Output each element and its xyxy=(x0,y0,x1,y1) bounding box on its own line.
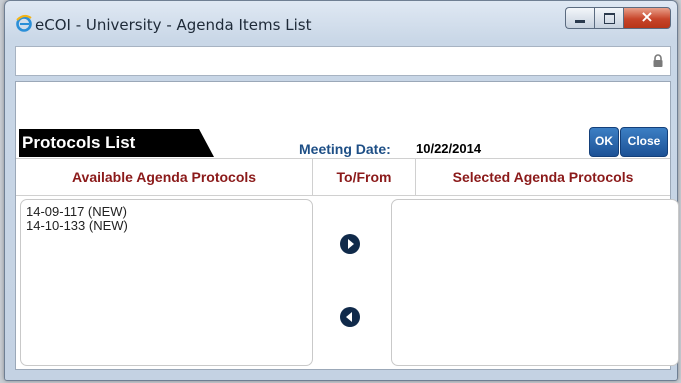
caption-buttons: × xyxy=(565,7,671,29)
close-icon: × xyxy=(640,7,654,26)
available-protocols-header: Available Agenda Protocols xyxy=(16,159,313,195)
lock-icon xyxy=(652,54,664,68)
available-protocols-list[interactable]: 14-09-117 (NEW) 14-10-133 (NEW) xyxy=(20,199,313,366)
minimize-button[interactable] xyxy=(565,7,594,29)
columns-header: Available Agenda Protocols To/From Selec… xyxy=(16,158,670,196)
panel-title: Protocols List xyxy=(19,129,214,157)
arrow-left-icon xyxy=(346,312,352,322)
meeting-date-label: Meeting Date: xyxy=(299,141,391,157)
move-right-button[interactable] xyxy=(340,234,360,254)
selected-protocols-list[interactable] xyxy=(391,199,679,366)
list-item[interactable]: 14-09-117 (NEW) xyxy=(21,205,312,219)
minimize-icon xyxy=(575,20,585,23)
move-left-button[interactable] xyxy=(340,307,360,327)
close-button[interactable]: Close xyxy=(620,127,668,157)
list-item[interactable]: 14-10-133 (NEW) xyxy=(21,219,312,233)
selected-protocols-header: Selected Agenda Protocols xyxy=(452,169,634,185)
title-bar[interactable]: eCOI - University - Agenda Items List × xyxy=(5,1,677,41)
ok-button[interactable]: OK xyxy=(589,127,619,157)
meeting-date-value: 10/22/2014 xyxy=(416,141,482,156)
to-from-header: To/From xyxy=(313,159,416,195)
maximize-button[interactable] xyxy=(594,7,623,29)
address-bar[interactable] xyxy=(15,46,671,76)
maximize-icon xyxy=(604,13,615,24)
page-content: Protocols List Meeting Date: 10/22/2014 … xyxy=(15,81,679,370)
ie-icon xyxy=(15,14,33,32)
close-window-button[interactable]: × xyxy=(623,7,671,29)
window-title: eCOI - University - Agenda Items List xyxy=(35,16,312,34)
arrow-right-icon xyxy=(348,239,354,249)
browser-popup-window: eCOI - University - Agenda Items List × … xyxy=(4,0,679,381)
